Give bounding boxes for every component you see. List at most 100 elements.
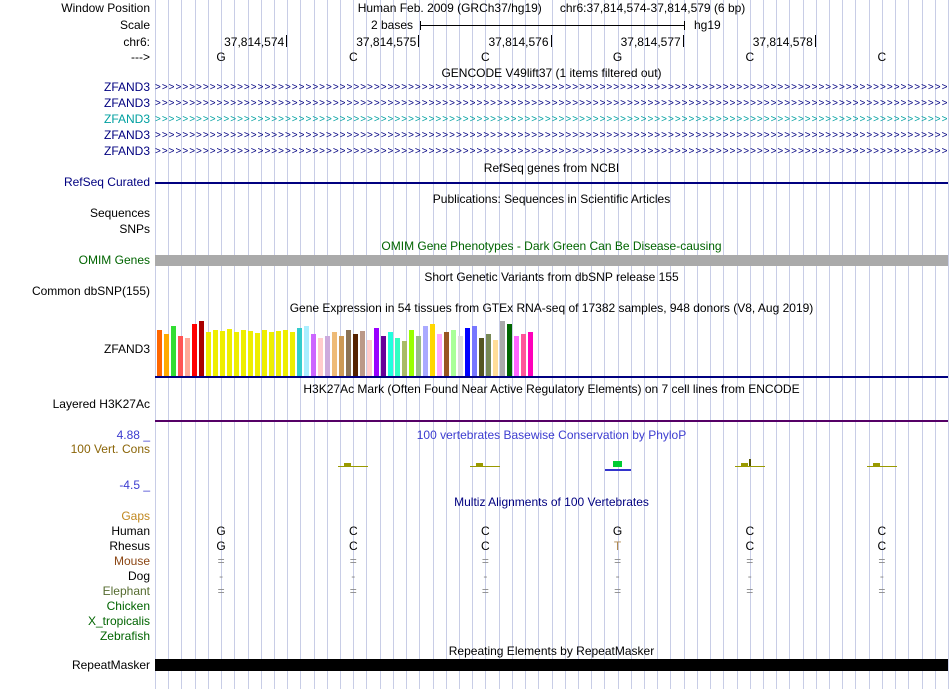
gencode-gene-arrows[interactable]: >>>>>>>>>>>>>>>>>>>>>>>>>>>>>>>>>>>>>>>>… [155,81,948,94]
gtex-expression-bar[interactable] [388,332,393,376]
gencode-gene-label[interactable]: ZFAND3 [0,81,150,94]
phylop-mark-olive-line[interactable] [470,466,501,467]
gtex-expression-bar[interactable] [409,330,414,376]
refseq-curated-label[interactable]: RefSeq Curated [0,176,150,189]
gencode-gene-arrows[interactable]: >>>>>>>>>>>>>>>>>>>>>>>>>>>>>>>>>>>>>>>>… [155,113,948,126]
multiz-species-label[interactable]: Elephant [0,585,150,598]
multiz-species-label[interactable]: Dog [0,570,150,583]
gtex-expression-bar[interactable] [353,334,358,376]
gtex-expression-bar[interactable] [416,336,421,376]
gtex-expression-bar[interactable] [255,333,260,376]
gtex-expression-bar[interactable] [234,332,239,376]
phylop-mark-olive-line[interactable] [734,466,765,467]
refseq-curated-bar[interactable] [155,182,948,184]
gtex-expression-bar[interactable] [374,328,379,376]
gtex-expression-bar[interactable] [164,334,169,376]
gtex-expression-bar[interactable] [304,326,309,376]
gtex-expression-bar[interactable] [367,340,372,376]
gtex-expression-bar[interactable] [458,336,463,376]
gtex-expression-bar[interactable] [402,341,407,376]
multiz-species-label[interactable]: Rhesus [0,540,150,553]
gtex-expression-bar[interactable] [213,330,218,376]
gtex-expression-bar[interactable] [192,324,197,376]
gtex-expression-bar[interactable] [444,332,449,376]
gtex-expression-bar[interactable] [206,332,211,376]
repeatmasker-track-title: Repeating Elements by RepeatMasker [448,644,655,658]
sequences-track-label[interactable]: Sequences [0,207,150,220]
phylop-track-label[interactable]: 100 Vert. Cons [0,443,150,456]
gtex-expression-bar[interactable] [311,334,316,376]
multiz-aligned-base: C [877,539,887,553]
repeatmasker-track-label[interactable]: RepeatMasker [0,659,150,672]
gtex-expression-bar[interactable] [248,331,253,376]
gtex-expression-bar[interactable] [339,336,344,376]
gtex-expression-bar[interactable] [472,326,477,376]
gtex-expression-bar[interactable] [241,330,246,376]
gtex-expression-bar[interactable] [493,340,498,376]
multiz-species-label[interactable]: Human [0,525,150,538]
phylop-mark-olive-tick[interactable] [740,463,748,466]
gtex-expression-bar[interactable] [220,331,225,376]
gtex-expression-bar[interactable] [486,334,491,376]
gtex-expression-bar[interactable] [451,330,456,376]
gtex-expression-bar[interactable] [507,324,512,376]
gtex-expression-bar[interactable] [157,330,162,376]
gtex-expression-bar[interactable] [437,334,442,376]
gencode-gene-label[interactable]: ZFAND3 [0,97,150,110]
gtex-expression-bar[interactable] [521,334,526,376]
phylop-mark-blue-line[interactable] [604,469,631,471]
gtex-expression-bar[interactable] [332,332,337,376]
gtex-expression-bar[interactable] [178,336,183,376]
phylop-mark-olive-tick[interactable] [344,463,352,466]
gtex-expression-bar[interactable] [318,338,323,376]
gtex-expression-bar[interactable] [297,328,302,376]
gtex-expression-bar[interactable] [465,328,470,376]
gtex-expression-bar[interactable] [381,336,386,376]
gtex-expression-bar[interactable] [346,330,351,376]
dbsnp-track-label[interactable]: Common dbSNP(155) [0,285,150,298]
gtex-expression-bar[interactable] [262,330,267,376]
gtex-expression-bar[interactable] [290,332,295,376]
gtex-track-title: Gene Expression in 54 tissues from GTEx … [289,301,814,315]
h3k27ac-signal-line[interactable] [155,420,948,422]
multiz-species-label[interactable]: Zebrafish [0,630,150,643]
gtex-expression-bar[interactable] [528,332,533,376]
phylop-mark-spike[interactable] [748,459,751,466]
gtex-gene-label[interactable]: ZFAND3 [0,343,150,356]
gtex-expression-bar[interactable] [360,331,365,376]
gencode-gene-arrows[interactable]: >>>>>>>>>>>>>>>>>>>>>>>>>>>>>>>>>>>>>>>>… [155,129,948,142]
omim-genes-label[interactable]: OMIM Genes [0,254,150,267]
gtex-expression-bar[interactable] [423,326,428,376]
phylop-mark-olive-line[interactable] [338,466,369,467]
gtex-expression-bar[interactable] [283,330,288,376]
gtex-expression-bar[interactable] [227,329,232,376]
gencode-gene-arrows[interactable]: >>>>>>>>>>>>>>>>>>>>>>>>>>>>>>>>>>>>>>>>… [155,145,948,158]
multiz-species-label[interactable]: Mouse [0,555,150,568]
omim-genes-bar[interactable] [155,255,948,266]
multiz-species-label[interactable]: X_tropicalis [0,615,150,628]
gtex-expression-bar[interactable] [199,321,204,376]
phylop-mark-green-box[interactable] [612,461,622,467]
snps-track-label[interactable]: SNPs [0,223,150,236]
gtex-expression-bar[interactable] [171,326,176,376]
gencode-gene-label[interactable]: ZFAND3 [0,113,150,126]
h3k27ac-track-label[interactable]: Layered H3K27Ac [0,398,150,411]
gtex-expression-bar[interactable] [276,331,281,376]
multiz-species-label[interactable]: Gaps [0,510,150,523]
phylop-mark-olive-tick[interactable] [476,463,484,466]
gtex-expression-bar[interactable] [479,338,484,376]
gtex-expression-bar[interactable] [514,336,519,376]
gencode-gene-label[interactable]: ZFAND3 [0,129,150,142]
gtex-expression-bar[interactable] [395,338,400,376]
gtex-expression-bar[interactable] [500,321,505,376]
gencode-gene-arrows[interactable]: >>>>>>>>>>>>>>>>>>>>>>>>>>>>>>>>>>>>>>>>… [155,97,948,110]
gtex-expression-bar[interactable] [325,336,330,376]
gtex-expression-bar[interactable] [430,324,435,376]
gtex-expression-bar[interactable] [185,338,190,376]
phylop-mark-olive-line[interactable] [866,466,897,467]
gtex-expression-bar[interactable] [269,332,274,376]
repeatmasker-bar[interactable] [155,659,948,671]
multiz-species-label[interactable]: Chicken [0,600,150,613]
phylop-mark-olive-tick[interactable] [872,463,880,466]
gencode-gene-label[interactable]: ZFAND3 [0,145,150,158]
